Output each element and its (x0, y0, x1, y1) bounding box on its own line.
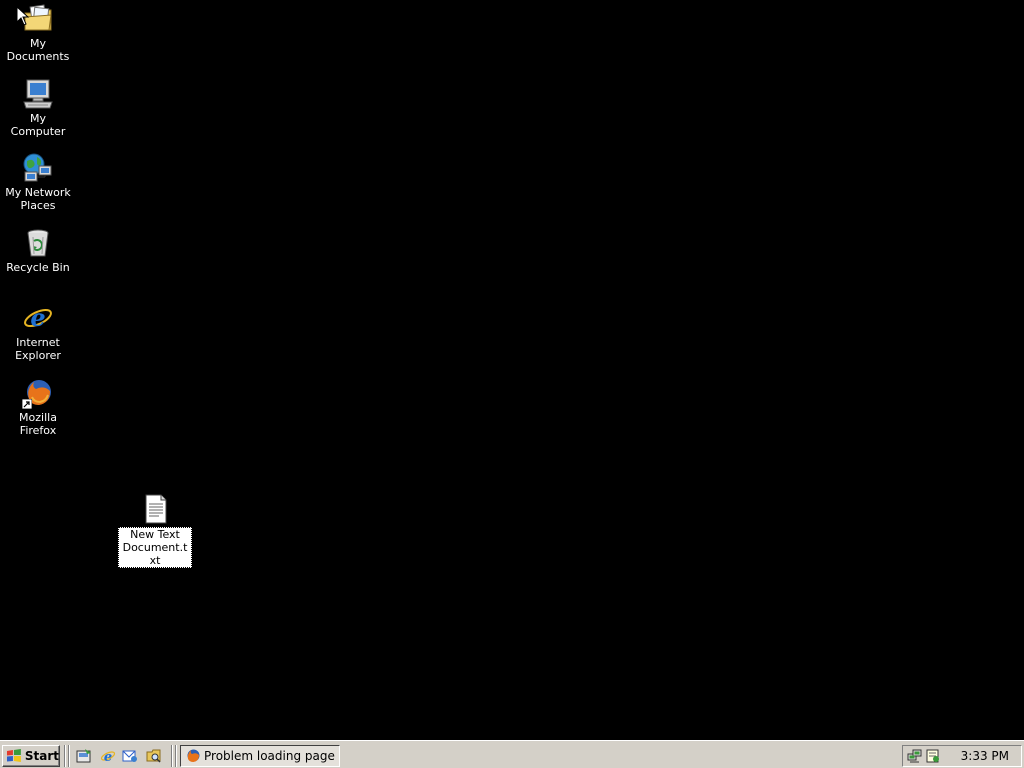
text-file-icon (139, 493, 171, 525)
taskbar: Start e Problem loading page ... 3:33 PM (0, 740, 1024, 768)
firefox-icon (187, 749, 200, 762)
desktop-icon-label: My Computer (10, 112, 66, 138)
desktop-icon-my-documents[interactable]: My Documents (1, 3, 75, 63)
taskbar-separator (64, 745, 66, 767)
desktop-icon-label: Recycle Bin (6, 261, 70, 274)
desktop-icon-label: Mozilla Firefox (19, 411, 57, 437)
taskbar-separator (175, 745, 177, 767)
firefox-icon (22, 377, 54, 409)
desktop-icon-my-computer[interactable]: My Computer (1, 78, 75, 138)
windows-logo-icon (6, 749, 21, 762)
taskbar-button-firefox[interactable]: Problem loading page ... (180, 745, 340, 767)
svg-text:e: e (30, 303, 45, 332)
ie-icon: e (22, 302, 54, 334)
outlook-icon[interactable] (122, 748, 138, 764)
shortcut-arrow-icon (22, 399, 32, 409)
network-icon (22, 152, 54, 184)
desktop-icon-label: My Documents (6, 37, 70, 63)
start-label: Start (24, 749, 59, 763)
desktop-icon-my-network-places[interactable]: My Network Places (1, 152, 75, 212)
network-tray-icon[interactable] (907, 748, 923, 764)
desktop-file-label: New Text Document.txt (118, 527, 192, 568)
system-tray: 3:33 PM (902, 745, 1022, 767)
start-button[interactable]: Start (2, 745, 60, 767)
desktop-icon-recycle-bin[interactable]: Recycle Bin (1, 227, 75, 274)
taskbar-button-label: Problem loading page ... (204, 749, 340, 763)
taskbar-separator (171, 745, 173, 767)
recycle-bin-icon (22, 227, 54, 259)
desktop-icon-label: Internet Explorer (15, 336, 61, 362)
notepad-tray-icon[interactable] (925, 748, 941, 764)
svg-text:e: e (104, 750, 112, 764)
computer-icon (22, 78, 54, 110)
ie-quicklaunch-icon[interactable]: e (100, 748, 116, 764)
desktop-icon-label: My Network Places (5, 186, 71, 212)
mouse-cursor-icon (16, 6, 30, 26)
desktop[interactable]: My Documents My Computer My Network Plac… (0, 0, 1024, 740)
explorer-icon[interactable] (146, 748, 162, 764)
show-desktop-icon[interactable] (76, 748, 92, 764)
desktop-icon-internet-explorer[interactable]: e Internet Explorer (1, 302, 75, 362)
taskbar-separator (68, 745, 70, 767)
clock[interactable]: 3:33 PM (961, 749, 1009, 763)
desktop-file-new-text-document[interactable]: New Text Document.txt (118, 493, 192, 568)
desktop-icon-mozilla-firefox[interactable]: Mozilla Firefox (1, 377, 75, 437)
